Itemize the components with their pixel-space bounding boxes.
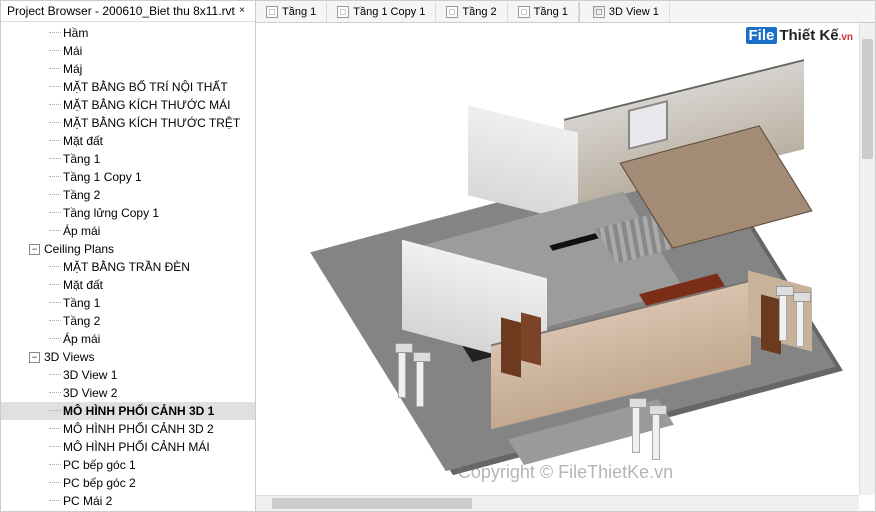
tab-label: Tầng 2 (462, 6, 496, 18)
tree-view-item[interactable]: PC Mái 2 (1, 492, 255, 510)
tab-label: Tầng 1 (282, 6, 316, 18)
tree-view-item[interactable]: MẶT BẰNG BỐ TRÍ NỘI THẤT (1, 78, 255, 96)
tree-view-item[interactable]: PC bếp góc 1 (1, 456, 255, 474)
floorplan-icon (446, 6, 458, 18)
tree-view-item[interactable]: 3D View 1 (1, 366, 255, 384)
view-tab[interactable]: Tầng 2 (436, 2, 507, 22)
tree-view-item[interactable]: Tầng 1 Copy 1 (1, 168, 255, 186)
tree-item-label: Ceiling Plans (44, 242, 114, 256)
tree-item-label: Áp mái (63, 332, 100, 346)
scrollbar-vertical[interactable] (859, 23, 875, 495)
tree-item-label: Mặt đất (63, 278, 103, 292)
tree-view-item[interactable]: Mặt đất (1, 276, 255, 294)
logo-part-1: File (746, 27, 778, 44)
tree-view-item[interactable]: Tầng 1 (1, 294, 255, 312)
pillar (779, 293, 787, 341)
watermark-logo: FileThiết Kế.vn (746, 27, 853, 44)
tree-item-label: 3D View 2 (63, 386, 117, 400)
tree-item-label: MÔ HÌNH PHỐI CẢNH 3D 2 (63, 422, 214, 436)
tree-item-label: MÔ HÌNH PHỐI CẢNH MÁI (63, 440, 210, 454)
pillar (796, 299, 804, 347)
floorplan-icon (266, 6, 278, 18)
tree-item-label: MẶT BẰNG TRẦN ĐÈN (63, 260, 190, 274)
tree-item-label: Tầng lửng Copy 1 (63, 206, 159, 220)
tree-view-item[interactable]: Áp mái (1, 222, 255, 240)
tree-item-label: MÔ HÌNH PHỐI CẢNH 3D 1 (63, 404, 214, 418)
tree-view-item[interactable]: Tầng 2 (1, 312, 255, 330)
tree-view-item[interactable]: Tầng 1 (1, 150, 255, 168)
tree-view-item[interactable]: Mặt đất (1, 132, 255, 150)
tree-item-label: Tầng 1 Copy 1 (63, 170, 142, 184)
tree-view-item[interactable]: 3D View 2 (1, 384, 255, 402)
close-icon[interactable]: × (235, 4, 249, 18)
pillar (416, 359, 424, 407)
project-browser-title: Project Browser - 200610_Biet thu 8x11.r… (7, 4, 235, 18)
tab-label: 3D View 1 (609, 6, 659, 18)
tree-item-label: MẶT BẰNG BỐ TRÍ NỘI THẤT (63, 80, 228, 94)
tab-label: Tầng 1 (534, 6, 568, 18)
project-browser-panel: Project Browser - 200610_Biet thu 8x11.r… (1, 1, 256, 511)
tree-view-item[interactable]: MÔ HÌNH PHỐI CẢNH MÁI (1, 438, 255, 456)
view-tab[interactable]: Tầng 1 Copy 1 (327, 2, 436, 22)
door-left-2 (521, 312, 541, 365)
tab-label: Tầng 1 Copy 1 (353, 6, 425, 18)
tree-view-item[interactable]: Áp mái (1, 330, 255, 348)
view-tab[interactable]: Tầng 1 (256, 2, 327, 22)
tree-view-item[interactable]: Tầng 2 (1, 186, 255, 204)
view-tab[interactable]: 3D View 1 (583, 2, 670, 22)
project-browser-header: Project Browser - 200610_Biet thu 8x11.r… (1, 1, 255, 22)
tree-item-label: PC bếp góc 2 (63, 476, 136, 490)
logo-part-2: Thiết Kế (779, 27, 838, 44)
door-left (501, 317, 521, 377)
tree-item-label: PC bếp góc 1 (63, 458, 136, 472)
tree-toggle-icon[interactable]: − (29, 352, 40, 363)
tree-item-label: MẶT BẰNG KÍCH THƯỚC TRỆT (63, 116, 240, 130)
logo-part-3: .vn (839, 32, 853, 43)
tree-view-item[interactable]: Máj (1, 60, 255, 78)
tree-view-item[interactable]: Hầm (1, 24, 255, 42)
view-tab[interactable]: Tầng 1 (508, 2, 579, 22)
tree-view-item[interactable]: MẶT BẰNG KÍCH THƯỚC MÁI (1, 96, 255, 114)
tree-view-item[interactable]: Tầng lửng Copy 1 (1, 204, 255, 222)
viewport-3d[interactable]: FileThiết Kế.vn Copyright © FileThietKe.… (256, 23, 875, 511)
tree-item-label: 3D Views (44, 350, 94, 364)
tree-view-item[interactable]: Mái (1, 42, 255, 60)
tree-view-item[interactable]: MÔ HÌNH PHỐI CẢNH 3D 2 (1, 420, 255, 438)
tree-item-label: 3D View 1 (63, 368, 117, 382)
floorplan-icon (518, 6, 530, 18)
tree-item-label: Hầm (63, 26, 88, 40)
view-3d-icon (593, 6, 605, 18)
tree-view-item[interactable]: MẶT BẰNG TRẦN ĐÈN (1, 258, 255, 276)
tree-item-label: Mặt đất (63, 134, 103, 148)
tree-category[interactable]: −Ceiling Plans (1, 240, 255, 258)
project-browser-tree[interactable]: Hầm Mái Máj MẶT BẰNG BỐ TRÍ NỘI THẤT MẶT BẰN… (1, 22, 255, 511)
tree-item-label: Máj (63, 62, 82, 76)
scene-3d (316, 67, 816, 467)
tree-category[interactable]: −3D Views (1, 348, 255, 366)
pillar (652, 412, 660, 460)
main-area: Tầng 1 Tầng 1 Copy 1 Tầng 2 Tầng 1 3D View 1 (256, 1, 875, 511)
tree-item-label: Mái (63, 44, 82, 58)
door-right (761, 294, 781, 354)
tree-view-item[interactable]: MẶT BẰNG KÍCH THƯỚC TRỆT (1, 114, 255, 132)
tree-view-item[interactable]: MÔ HÌNH PHỐI CẢNH 3D 1 (1, 402, 255, 420)
tree-item-label: Tầng 1 (63, 296, 100, 310)
tree-item-label: Tầng 2 (63, 314, 100, 328)
pillar (632, 405, 640, 453)
tree-toggle-icon[interactable]: − (29, 244, 40, 255)
scrollbar-horizontal[interactable] (256, 495, 859, 511)
tree-item-label: MẶT BẰNG KÍCH THƯỚC MÁI (63, 98, 230, 112)
tree-view-item[interactable]: PC bếp góc 2 (1, 474, 255, 492)
tree-item-label: Tầng 1 (63, 152, 100, 166)
tree-item-label: Tầng 2 (63, 188, 100, 202)
floorplan-icon (337, 6, 349, 18)
tree-item-label: Áp mái (63, 224, 100, 238)
view-tabs: Tầng 1 Tầng 1 Copy 1 Tầng 2 Tầng 1 3D View 1 (256, 1, 875, 23)
tree-item-label: PC Mái 2 (63, 494, 112, 508)
pillar (398, 350, 406, 398)
